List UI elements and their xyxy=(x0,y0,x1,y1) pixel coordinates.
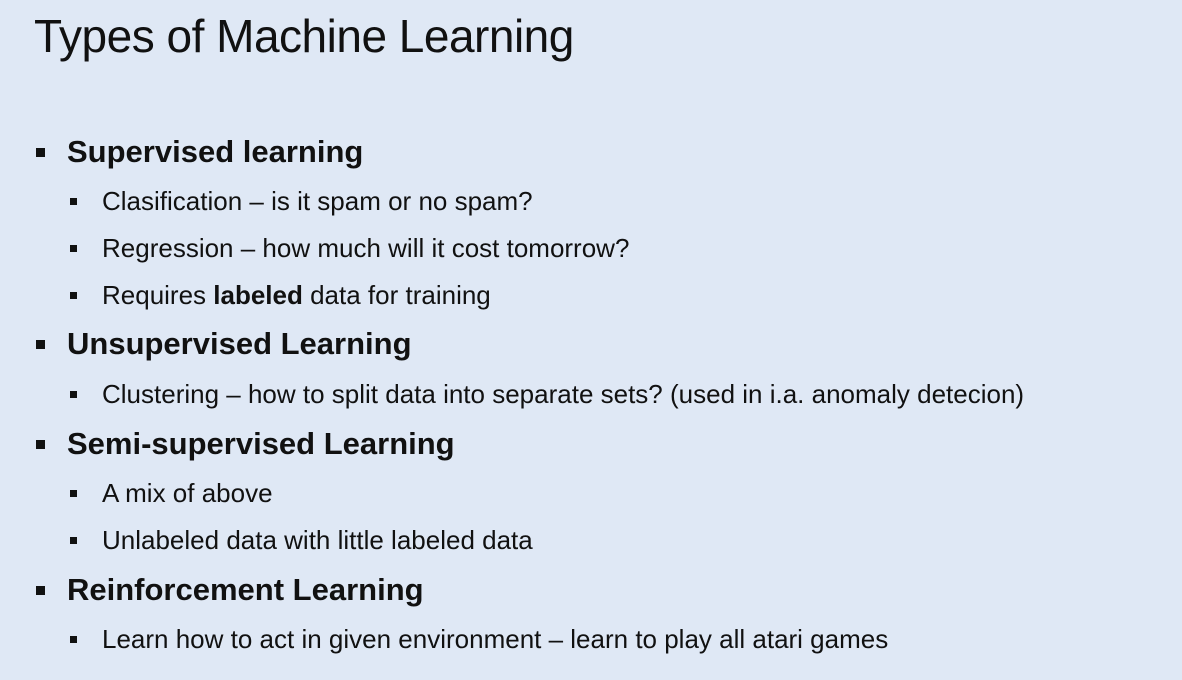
bullet-text: A mix of above xyxy=(102,478,273,508)
slide: Types of Machine Learning Supervised lea… xyxy=(0,0,1182,680)
bullet-text: Regression – how much will it cost tomor… xyxy=(102,233,630,263)
bullet-text: Unlabeled data with little labeled data xyxy=(102,525,533,555)
square-bullet-icon xyxy=(36,586,45,595)
bullet-text: Clustering – how to split data into sepa… xyxy=(102,379,1025,409)
square-bullet-icon xyxy=(36,440,45,449)
bullet-text-before: Requires xyxy=(102,280,214,310)
square-bullet-icon xyxy=(36,340,45,349)
square-bullet-icon xyxy=(70,292,77,299)
square-bullet-icon xyxy=(70,537,77,544)
bullet-text: Learn how to act in given environment – … xyxy=(102,624,889,654)
section-heading: Unsupervised Learning xyxy=(67,326,412,361)
square-bullet-icon xyxy=(70,391,77,398)
square-bullet-icon xyxy=(70,490,77,497)
bullet-text-after: data for training xyxy=(302,280,491,310)
square-bullet-icon xyxy=(36,148,45,157)
bullet-text: Clasification – is it spam or no spam? xyxy=(102,186,533,216)
bullet-list: Supervised learning Clasification – is i… xyxy=(0,0,1182,680)
square-bullet-icon xyxy=(70,245,77,252)
bullet-text-bold: labeled xyxy=(213,280,303,310)
square-bullet-icon xyxy=(70,636,77,643)
section-heading: Semi-supervised Learning xyxy=(67,426,455,461)
section-heading: Supervised learning xyxy=(67,134,364,169)
square-bullet-icon xyxy=(70,198,77,205)
bullet-text: Requires labeled data for training xyxy=(102,278,491,312)
section-heading: Reinforcement Learning xyxy=(67,572,424,607)
